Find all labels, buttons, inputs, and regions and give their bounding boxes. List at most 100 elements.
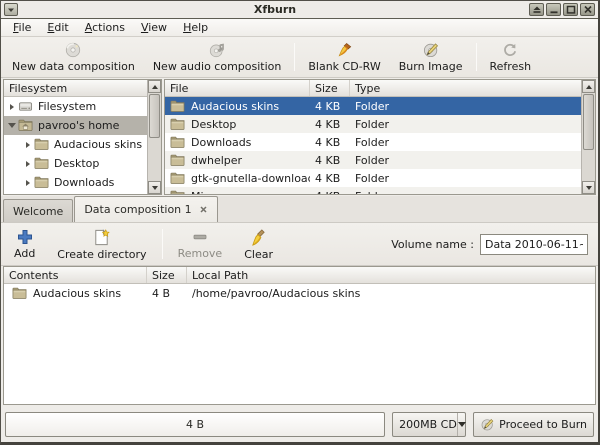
refresh-button[interactable]: Refresh [481,38,541,76]
folder-icon [170,135,185,150]
chevron-down-icon [458,422,466,427]
file-row-audacious-skins[interactable]: Audacious skins 4 KB Folder [165,97,581,115]
refresh-icon [499,41,521,59]
expander-collapsed-icon[interactable] [26,161,30,167]
scrollbar-thumb[interactable] [149,94,160,138]
statusbar: 4 B 200MB CD Proceed to Burn [1,406,598,442]
scroll-up-button[interactable] [582,80,595,93]
expander-collapsed-icon[interactable] [26,142,30,148]
new-data-composition-button[interactable]: New data composition [3,38,144,76]
composition-tabbar: Welcome Data composition 1 [1,196,598,223]
titlebar[interactable]: Xfburn [1,1,598,19]
menubar: File Edit Actions View Help [1,19,598,37]
tree-item-downloads[interactable]: Downloads [4,173,147,192]
folder-icon [170,171,185,186]
file-list: Audacious skins 4 KB Folder Desktop 4 KB… [165,97,581,194]
expander-collapsed-icon[interactable] [26,180,30,186]
menu-actions[interactable]: Actions [77,20,133,35]
file-row-downloads[interactable]: Downloads 4 KB Folder [165,133,581,151]
expander-expanded-icon[interactable] [8,123,16,128]
minimize-icon [549,5,559,14]
filesystem-scrollbar[interactable] [147,80,161,194]
folder-icon [34,137,49,152]
disk-drive-icon [18,99,33,114]
folder-icon [170,99,185,114]
file-row-gtk-gnutella-downloads[interactable]: gtk-gnutella-downloads 4 KB Folder [165,169,581,187]
expander-collapsed-icon[interactable] [10,104,14,110]
volume-name-label: Volume name : [391,238,474,251]
combo-arrow-button[interactable] [457,413,466,436]
remove-button[interactable]: Remove [167,224,234,264]
minimize-button[interactable] [546,3,561,16]
disc-size-value: 200MB CD [393,418,457,431]
column-header-file[interactable]: File [165,80,310,96]
tree-item-filesystem[interactable]: Filesystem [4,97,147,116]
proceed-to-burn-icon [480,417,495,432]
toolbar-separator [162,229,163,259]
blank-cdrw-button[interactable]: Blank CD-RW [299,38,389,76]
total-size-label: 4 B [186,418,204,431]
tree-item-desktop[interactable]: Desktop [4,154,147,173]
file-list-scrollbar[interactable] [581,80,595,194]
maximize-icon [566,5,576,14]
clear-icon [249,228,268,247]
home-folder-icon [18,118,33,133]
composition-toolbar: Add Create directory Remove Clear Volume… [1,223,598,266]
folder-icon [34,156,49,171]
column-header-contents[interactable]: Contents [4,267,147,283]
column-header-size[interactable]: Size [147,267,187,283]
burn-image-button[interactable]: Burn Image [390,38,472,76]
tab-data-composition-1[interactable]: Data composition 1 [74,196,217,222]
create-directory-icon [92,228,111,247]
window-title: Xfburn [21,3,529,16]
scroll-down-button[interactable] [582,181,595,194]
clear-button[interactable]: Clear [233,224,284,264]
contents-pane: Contents Size Local Path Audacious skins… [3,266,596,405]
volume-name-input[interactable] [480,234,588,255]
filesystem-pane: Filesystem Filesystem pavroo's home Auda… [3,79,162,195]
scrollbar-thumb[interactable] [583,94,594,150]
new-audio-composition-icon [206,41,228,59]
new-data-composition-icon [62,41,84,59]
file-row-desktop[interactable]: Desktop 4 KB Folder [165,115,581,133]
tree-item-audacious-skins[interactable]: Audacious skins [4,135,147,154]
shade-button[interactable] [529,3,544,16]
column-header-type[interactable]: Type [350,80,595,96]
create-directory-button[interactable]: Create directory [46,224,157,264]
column-header-size[interactable]: Size [310,80,350,96]
file-row-mixes[interactable]: Mixes 4 KB Folder [165,187,581,195]
folder-icon [170,153,185,168]
close-button[interactable] [580,3,595,16]
tree-item-dwhelper[interactable]: dwhelper [4,192,147,195]
disc-size-combobox[interactable]: 200MB CD [392,412,466,437]
add-icon [16,228,34,246]
menu-view[interactable]: View [133,20,175,35]
burn-image-icon [420,41,442,59]
folder-icon [170,117,185,132]
add-button[interactable]: Add [3,224,46,264]
disc-usage-bar: 4 B [5,412,385,437]
tab-close-button[interactable] [199,205,208,214]
proceed-to-burn-button[interactable]: Proceed to Burn [473,412,594,437]
window-menu-button[interactable] [4,3,18,16]
file-row-dwhelper[interactable]: dwhelper 4 KB Folder [165,151,581,169]
xfburn-window: Xfburn File Edit Actions View Help New d [0,0,600,445]
contents-row-audacious-skins[interactable]: Audacious skins 4 B /home/pavroo/Audacio… [4,284,595,302]
column-header-local-path[interactable]: Local Path [187,267,595,283]
tab-close-icon [199,205,208,214]
menu-help[interactable]: Help [175,20,216,35]
scroll-down-button[interactable] [148,181,161,194]
new-audio-composition-button[interactable]: New audio composition [144,38,291,76]
chevron-down-icon [7,6,15,14]
filesystem-column-header[interactable]: Filesystem [4,80,161,97]
menu-file[interactable]: File [5,20,39,35]
tree-item-pavroo-home[interactable]: pavroo's home [4,116,147,135]
file-list-pane: File Size Type Audacious skins 4 KB Fold… [164,79,596,195]
scroll-up-button[interactable] [148,80,161,93]
blank-cdrw-icon [334,41,356,59]
filesystem-tree: Filesystem pavroo's home Audacious skins… [4,97,147,194]
tab-welcome[interactable]: Welcome [3,199,73,222]
menu-edit[interactable]: Edit [39,20,76,35]
maximize-button[interactable] [563,3,578,16]
folder-icon [170,189,185,196]
